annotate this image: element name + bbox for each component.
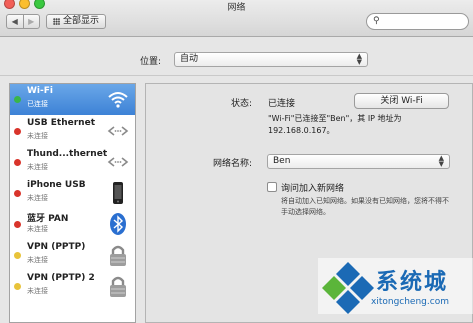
- title-bar: 网络 ◀ ▶ 全部显示 ⚲: [0, 0, 473, 37]
- lock-icon: [110, 276, 126, 297]
- status-label: 状态:: [231, 99, 253, 109]
- service-name: VPN (PPTP): [27, 242, 86, 252]
- status-dot: [14, 96, 21, 103]
- network-name-value: Ben: [273, 156, 291, 166]
- service-name: Wi-Fi: [27, 86, 53, 96]
- ask-join-hint: 将自动加入已知网络。如果没有已知网络，您将不得不手动选择网络。: [281, 197, 449, 216]
- status-dot: [14, 159, 21, 166]
- back-button[interactable]: ◀: [7, 15, 23, 28]
- service-name: 蓝牙 PAN: [27, 214, 69, 224]
- service-item-usb-ethernet[interactable]: USB Ethernet 未连接: [10, 116, 135, 147]
- service-list: Wi-Fi 已连接 USB Ethernet 未连接 Thund...thern…: [9, 83, 136, 323]
- connection-description: "Wi-Fi"已连接至"Ben"，其 IP 地址为 192.168.0.167。: [268, 113, 438, 137]
- status-dot: [14, 252, 21, 259]
- network-name-label: 网络名称:: [213, 159, 253, 169]
- search-input[interactable]: ⚲: [366, 13, 469, 30]
- service-status: 未连接: [27, 256, 48, 264]
- status-dot: [14, 221, 21, 228]
- ask-join-checkbox[interactable]: [267, 182, 277, 192]
- service-status: 未连接: [27, 287, 48, 295]
- updown-arrow-icon: ▲ ▼: [356, 52, 362, 66]
- location-value: 自动: [180, 54, 199, 64]
- forward-button[interactable]: ▶: [22, 15, 40, 28]
- service-name: iPhone USB: [27, 180, 86, 190]
- location-select[interactable]: 自动 ▲ ▼: [174, 52, 368, 67]
- service-status: 未连接: [27, 132, 48, 140]
- ethernet-arrows-icon: [107, 157, 129, 167]
- iphone-icon: [113, 182, 123, 204]
- lock-icon: [110, 245, 126, 266]
- wifi-icon: [108, 92, 128, 108]
- ask-join-label: 询问加入新网络: [281, 184, 345, 194]
- service-status: 未连接: [27, 225, 48, 233]
- status-dot: [14, 190, 21, 197]
- service-name: VPN (PPTP) 2: [27, 273, 95, 283]
- grid-icon: [52, 18, 60, 25]
- divider: [0, 75, 473, 76]
- window-title: 网络: [227, 3, 246, 13]
- status-value: 已连接: [268, 99, 296, 109]
- turn-off-wifi-button[interactable]: 关闭 Wi-Fi: [354, 93, 449, 109]
- status-dot: [14, 283, 21, 290]
- service-item-vpn-pptp-2[interactable]: VPN (PPTP) 2 未连接: [10, 271, 135, 302]
- ethernet-arrows-icon: [107, 126, 129, 136]
- bluetooth-icon: [110, 213, 126, 235]
- service-status: 未连接: [27, 163, 48, 171]
- updown-arrow-icon: ▲ ▼: [438, 154, 444, 168]
- show-all-button[interactable]: 全部显示: [46, 14, 106, 29]
- description-line: "Wi-Fi"已连接至"Ben"，其 IP 地址为: [268, 114, 402, 123]
- service-item-bluetooth-pan[interactable]: 蓝牙 PAN 未连接: [10, 209, 135, 240]
- service-item-wifi[interactable]: Wi-Fi 已连接: [10, 84, 135, 115]
- service-item-iphone-usb[interactable]: iPhone USB 未连接: [10, 178, 135, 209]
- status-dot: [14, 128, 21, 135]
- service-name: USB Ethernet: [27, 118, 95, 128]
- service-item-thunderbolt-ethernet[interactable]: Thund...thernet 未连接: [10, 147, 135, 178]
- show-all-label: 全部显示: [62, 16, 99, 26]
- service-status: 已连接: [27, 100, 48, 108]
- service-item-vpn-pptp[interactable]: VPN (PPTP) 未连接: [10, 240, 135, 271]
- service-name: Thund...thernet: [27, 149, 108, 159]
- service-status: 未连接: [27, 194, 48, 202]
- ip-address: 192.168.0.167。: [268, 126, 335, 135]
- network-name-select[interactable]: Ben ▲ ▼: [267, 154, 450, 169]
- nav-buttons: ◀ ▶: [6, 14, 40, 29]
- location-label: 位置:: [140, 57, 162, 67]
- search-icon: ⚲: [373, 16, 380, 26]
- watermark-url: xitongcheng.com: [371, 297, 449, 307]
- watermark-text: 系统城: [376, 270, 449, 295]
